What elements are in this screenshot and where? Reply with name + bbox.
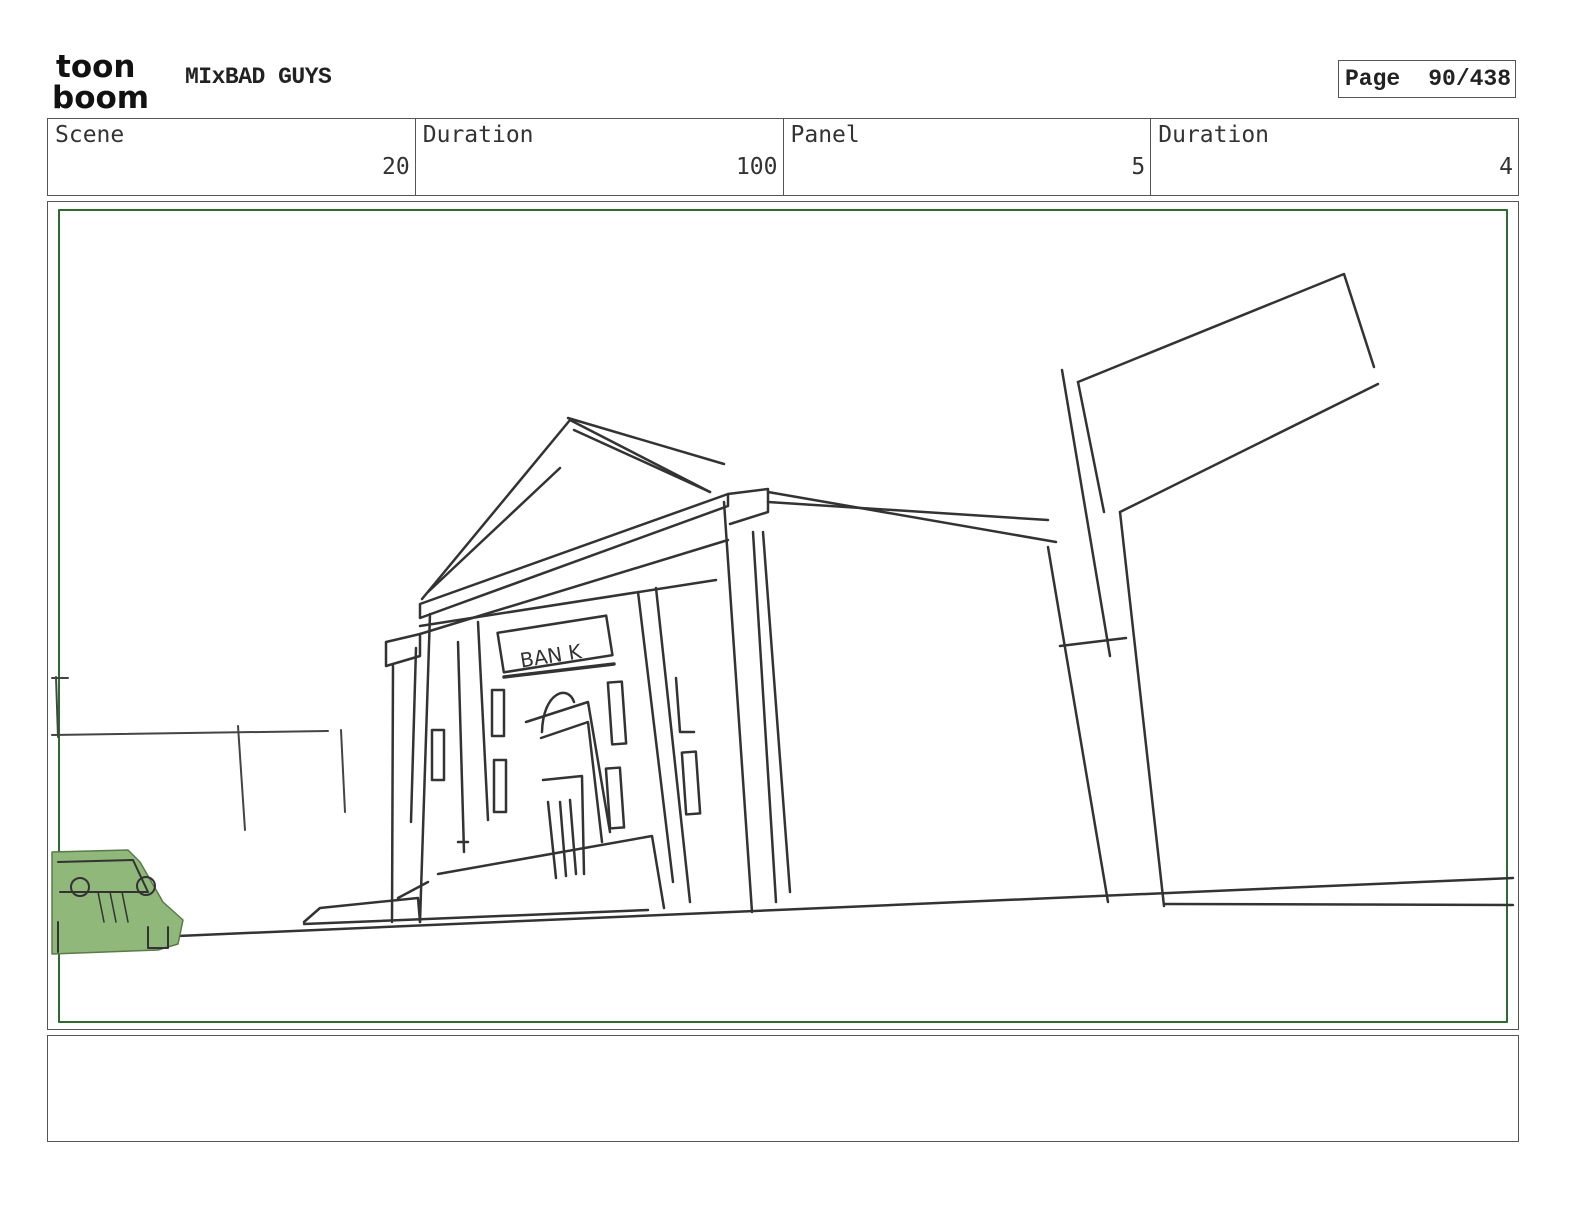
panel-sketch: BAN K bbox=[51, 209, 1515, 1023]
panel-cell: Panel 5 bbox=[784, 119, 1152, 195]
scene-cell: Scene 20 bbox=[48, 119, 416, 195]
panel-duration-value: 4 bbox=[1499, 154, 1513, 180]
scene-duration-label: Duration bbox=[422, 122, 534, 148]
scene-info-table: Scene 20 Duration 100 Panel 5 Duration 4 bbox=[47, 118, 1519, 196]
page-label: Page bbox=[1345, 66, 1401, 92]
storyboard-panel: BAN K bbox=[47, 201, 1519, 1030]
billboard-sketch bbox=[1058, 272, 1515, 908]
panel-value: 5 bbox=[1131, 154, 1146, 180]
panel-duration-cell: Duration 4 bbox=[1151, 119, 1518, 195]
page-indicator: Page 90/438 bbox=[1338, 60, 1516, 98]
page-number: 90/438 bbox=[1428, 66, 1512, 92]
panel-duration-label: Duration bbox=[1158, 122, 1270, 148]
logo-text-boom: boom bbox=[52, 80, 149, 112]
ground-line bbox=[176, 876, 1515, 938]
scene-duration-cell: Duration 100 bbox=[416, 119, 784, 195]
panel-notes-box bbox=[47, 1035, 1519, 1142]
scene-value: 20 bbox=[382, 154, 410, 180]
scene-label: Scene bbox=[55, 122, 125, 148]
left-wall-sketch bbox=[51, 676, 346, 831]
scene-duration-value: 100 bbox=[735, 154, 778, 180]
toonboom-logo: toon boom bbox=[52, 50, 149, 112]
car-sketch bbox=[51, 849, 184, 955]
panel-label: Panel bbox=[790, 122, 860, 148]
bank-building-sketch bbox=[302, 416, 1110, 926]
project-title: MIxBAD GUYS bbox=[185, 64, 332, 90]
safe-frame bbox=[58, 209, 1508, 1023]
